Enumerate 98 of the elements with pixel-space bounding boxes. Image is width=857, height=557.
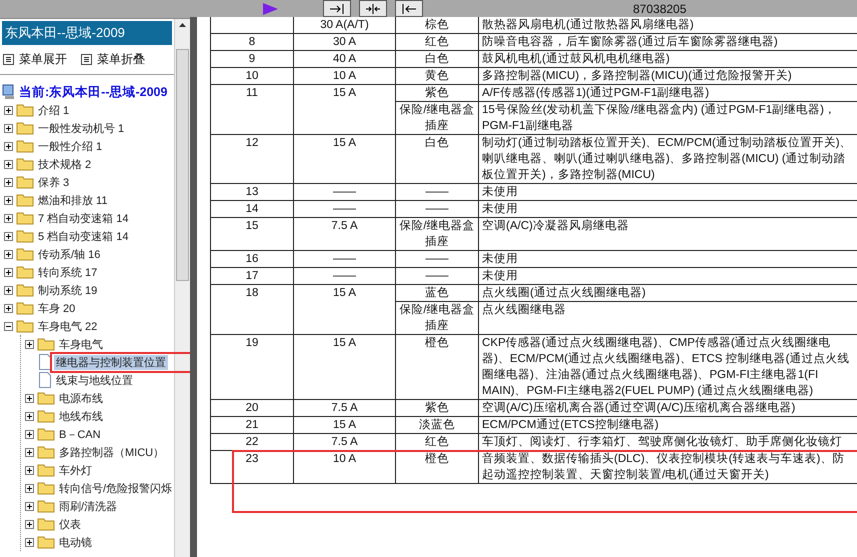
- table-cell: 蓝色: [396, 284, 478, 302]
- table-cell: A/F传感器(传感器1)(通过PGM-F1副继电器): [478, 84, 857, 102]
- table-cell: 15: [210, 218, 294, 250]
- table-cell: 未使用: [478, 184, 857, 200]
- table-cell: ——: [396, 268, 478, 284]
- table-cell: 15 A: [294, 134, 396, 184]
- table-cell: 15号保险丝(发动机盖下保险/继电器盒内) (通过PGM-F1副继电器)，PGM-F1副继电器: [478, 102, 857, 134]
- table-cell: 23: [210, 450, 294, 484]
- table-cell: 14: [210, 200, 294, 218]
- table-cell: 橙色: [396, 334, 478, 400]
- table-cell: 空调(A/C)冷凝器风扇继电器: [478, 218, 857, 250]
- table-cell: 红色: [396, 34, 478, 50]
- table-cell: 12: [210, 134, 294, 184]
- tree-item[interactable]: 仪表: [57, 516, 83, 532]
- table-cell: 防噪音电容器，后车窗除雾器(通过后车窗除雾器继电器): [478, 34, 857, 50]
- table-cell: 22: [210, 434, 294, 450]
- table-cell: 白色: [396, 50, 478, 68]
- tree-item[interactable]: 一般性介绍 1: [36, 138, 104, 154]
- sidebar-title: 东风本田--思域-2009: [2, 21, 172, 45]
- tree-root[interactable]: 当前:东风本田--思域-2009: [19, 84, 168, 100]
- table-cell: 15 A: [294, 334, 396, 400]
- tree-item[interactable]: 车身电气: [57, 336, 105, 352]
- table-cell: 制动灯(通过制动踏板位置开关)、ECM/PCM(通过制动踏板位置开关)、喇叭继电器、喇叭(通过喇叭继电器)、多路控制器(MICU) (通过制动踏板位置开关)，多路控制器(MICU): [478, 134, 857, 184]
- tree-item[interactable]: B－CAN: [57, 426, 103, 442]
- tree-item[interactable]: 制动系统 19: [36, 282, 100, 298]
- table-cell: 未使用: [478, 200, 857, 218]
- tree-item[interactable]: 电动镜: [57, 534, 94, 550]
- tree-item[interactable]: 传动系/轴 16: [36, 246, 102, 262]
- table-cell: 空调(A/C)压缩机离合器(通过空调(A/C)压缩机离合器继电器): [478, 400, 857, 416]
- table-cell: 13: [210, 184, 294, 200]
- tree-item[interactable]: 车身电气 22: [36, 318, 100, 334]
- table-cell: 30 A: [294, 34, 396, 50]
- tree-item[interactable]: 保养 3: [36, 174, 72, 190]
- table-cell: 20: [210, 400, 294, 416]
- table-cell: 保险/继电器盒插座: [396, 102, 478, 134]
- table-cell: 黄色: [396, 68, 478, 84]
- tree-item[interactable]: 继电器与控制装置位置: [54, 354, 168, 370]
- table-cell: 鼓风机电机(通过鼓风机电机继电器): [478, 50, 857, 68]
- table-cell: 保险/继电器盒插座: [396, 218, 478, 250]
- table-cell: ——: [294, 200, 396, 218]
- table-cell: 17: [210, 268, 294, 284]
- table-cell: 18: [210, 284, 294, 334]
- table-cell: 30 A(A/T): [294, 17, 396, 34]
- table-cell: ——: [294, 268, 396, 284]
- table-cell: ——: [396, 184, 478, 200]
- table-cell: ECM/PCM通过(ETCS控制继电器): [478, 416, 857, 434]
- tree-item[interactable]: 燃油和排放 11: [36, 192, 110, 208]
- tree-item[interactable]: 介绍 1: [36, 102, 72, 118]
- table-cell: 紫色: [396, 84, 478, 102]
- table-cell: 9: [210, 50, 294, 68]
- table-cell: 19: [210, 334, 294, 400]
- table-cell: 15 A: [294, 416, 396, 434]
- table-cell: 保险/继电器盒插座: [396, 302, 478, 334]
- table-cell: 点火线圈继电器: [478, 302, 857, 334]
- table-cell: ——: [396, 250, 478, 268]
- tree-item[interactable]: 一般性发动机号 1: [36, 120, 126, 136]
- table-cell: 10: [210, 68, 294, 84]
- table-cell: 棕色: [396, 17, 478, 34]
- table-cell: 11: [210, 84, 294, 134]
- table-cell: ——: [294, 250, 396, 268]
- table-cell: 7.5 A: [294, 218, 396, 250]
- table-cell: CKP传感器(通过点火线圈继电器)、CMP传感器(通过点火线圈继电器)、ECM/PCM(通过点火线圈继电器)、ETCS 控制继电器(通过点火线圈继电器)、注油器(通过点火线圈继电器)、PGM-FI主继电器1(FI MAIN)、PGM-FI主继电器2(FUEL PUMP) (通过点火线圈继电器): [478, 334, 857, 400]
- menu-button[interactable]: 菜单展开: [3, 51, 67, 68]
- table-cell: 音频装置、数据传输插头(DLC)、仪表控制模块(转速表与车速表)、防起动遥控控制装置、天窗控制装置/电机(通过天窗开关): [478, 450, 857, 484]
- tree-item[interactable]: 地线布线: [57, 408, 105, 424]
- table-cell: 散热器风扇电机(通过散热器风扇继电器): [478, 17, 857, 34]
- table-cell: 淡蓝色: [396, 416, 478, 434]
- table-cell: 10 A: [294, 450, 396, 484]
- table-cell: ——: [294, 184, 396, 200]
- table-cell: 15 A: [294, 284, 396, 334]
- table-cell: 10 A: [294, 68, 396, 84]
- tree-item[interactable]: 7 档自动变速箱 14: [36, 210, 130, 226]
- table-cell: 未使用: [478, 250, 857, 268]
- table-cell: 未使用: [478, 268, 857, 284]
- table-cell: 橙色: [396, 450, 478, 484]
- tree-item[interactable]: 电源布线: [57, 390, 105, 406]
- table-cell: 15 A: [294, 84, 396, 134]
- tree-item[interactable]: 多路控制器（MICU）: [57, 444, 166, 460]
- table-cell: 8: [210, 34, 294, 50]
- menu-button[interactable]: 菜单折叠: [81, 51, 145, 68]
- tree-item[interactable]: 转向信号/危险报警闪烁: [57, 480, 174, 496]
- table-cell: 多路控制器(MICU)，多路控制器(MICU)(通过危险报警开关): [478, 68, 857, 84]
- table-cell: 40 A: [294, 50, 396, 68]
- tree-item[interactable]: 5 档自动变速箱 14: [36, 228, 130, 244]
- tree-item[interactable]: 技术规格 2: [36, 156, 94, 172]
- table-cell: 7.5 A: [294, 400, 396, 416]
- tree-item[interactable]: 转向系统 17: [36, 264, 100, 280]
- table-cell: 点火线圈(通过点火线圈继电器): [478, 284, 857, 302]
- table-cell: 白色: [396, 134, 478, 184]
- table-cell: 16: [210, 250, 294, 268]
- tree-item[interactable]: 车身 20: [36, 300, 78, 316]
- tree-item[interactable]: 车外灯: [57, 462, 94, 478]
- table-cell: 21: [210, 416, 294, 434]
- tree-item[interactable]: 线束与地线位置: [54, 372, 135, 388]
- table-cell: 紫色: [396, 400, 478, 416]
- table-cell: ——: [396, 200, 478, 218]
- tree-item[interactable]: 雨刷/清洗器: [57, 498, 120, 514]
- document-code: 87038205: [633, 2, 686, 16]
